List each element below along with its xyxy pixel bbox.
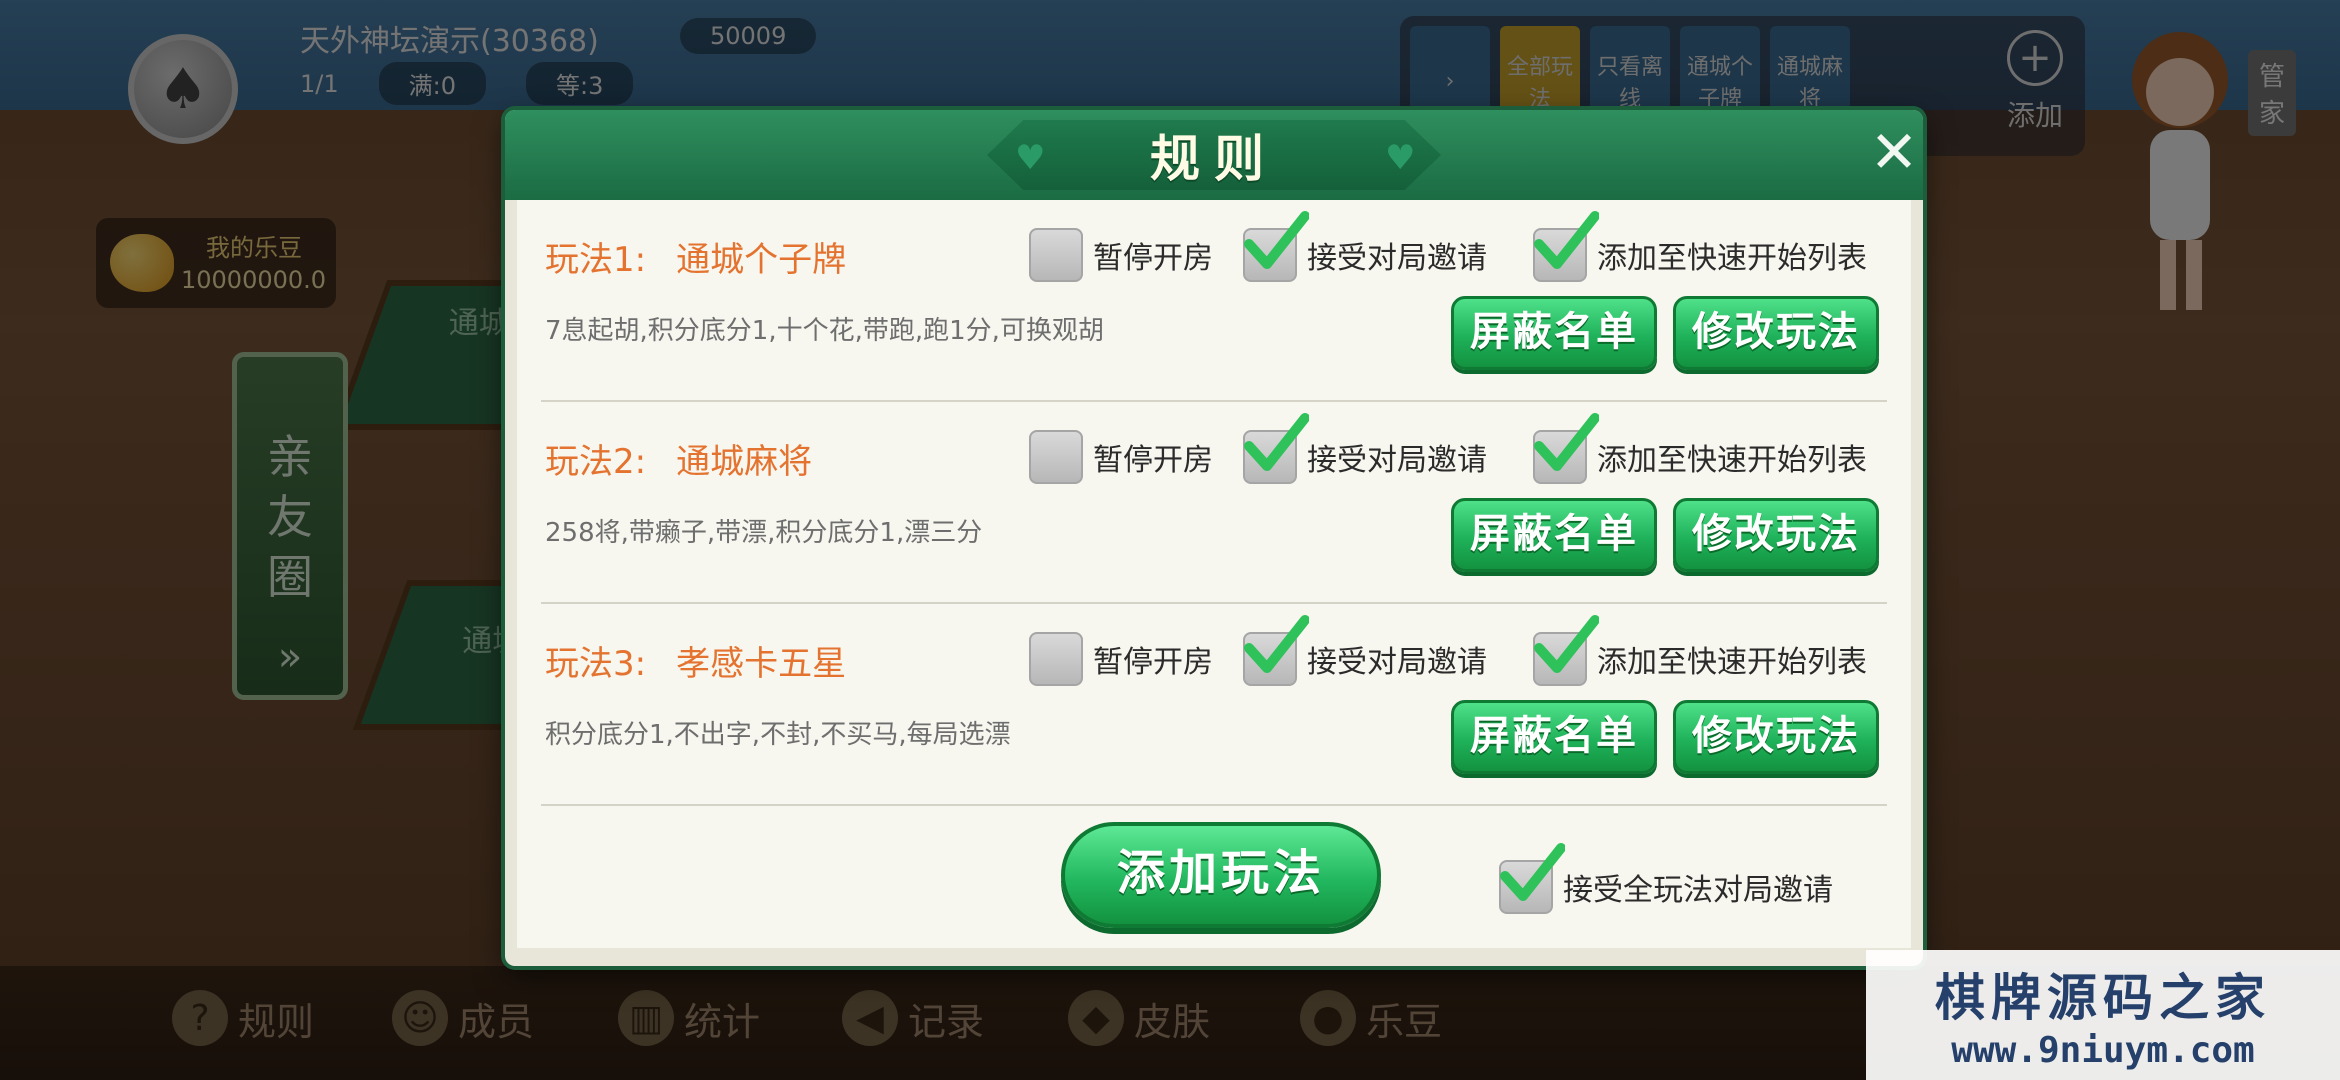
checkbox-box[interactable] bbox=[1243, 615, 1309, 686]
checkbox-box[interactable] bbox=[1029, 632, 1083, 686]
close-button[interactable]: ✕ bbox=[1861, 122, 1927, 188]
rule-index-label: 玩法3: bbox=[545, 644, 647, 684]
watermark-title: 棋牌源码之家 bbox=[1935, 969, 2271, 1027]
rule-title: 玩法1: 通城个子牌 bbox=[545, 232, 846, 281]
rule-description: 7息起胡,积分底分1,十个花,带跑,跑1分,可换观胡 bbox=[545, 316, 1104, 346]
checkbox-label: 暂停开房 bbox=[1093, 241, 1213, 276]
checkmark-icon bbox=[1244, 413, 1309, 471]
accept-invite-checkbox[interactable]: 接受对局邀请 bbox=[1243, 413, 1487, 484]
checkbox-label: 添加至快速开始列表 bbox=[1597, 241, 1867, 276]
rule-row: 玩法1: 通城个子牌 7息起胡,积分底分1,十个花,带跑,跑1分,可换观胡 暂停开房 接… bbox=[517, 200, 1911, 402]
checkbox-box[interactable] bbox=[1533, 615, 1599, 686]
checkbox-label: 暂停开房 bbox=[1093, 443, 1213, 478]
rule-row: 玩法3: 孝感卡五星积分底分1,不出字,不封,不买马,每局选漂 暂停开房 接受对局邀请… bbox=[517, 604, 1911, 806]
checkbox-label: 添加至快速开始列表 bbox=[1597, 645, 1867, 680]
title-banner: 规则 bbox=[987, 120, 1441, 190]
heart-icon: ♥ bbox=[1015, 138, 1046, 178]
checkmark-icon bbox=[1534, 211, 1599, 269]
checkbox-label: 暂停开房 bbox=[1093, 645, 1213, 680]
add-rule-button[interactable]: 添加玩法 bbox=[1061, 822, 1381, 928]
checkmark-icon bbox=[1534, 615, 1599, 673]
rule-description: 积分底分1,不出字,不封,不买马,每局选漂 bbox=[545, 720, 1011, 750]
checkbox-label: 接受对局邀请 bbox=[1307, 443, 1487, 478]
quick-start-checkbox[interactable]: 添加至快速开始列表 bbox=[1533, 413, 1867, 484]
watermark-url: www.9niuym.com bbox=[1951, 1030, 2255, 1071]
block-list-button[interactable]: 屏蔽名单 bbox=[1451, 700, 1657, 774]
checkbox-box[interactable] bbox=[1243, 413, 1309, 484]
checkbox-label: 接受对局邀请 bbox=[1307, 241, 1487, 276]
rule-title: 玩法2: 通城麻将 bbox=[545, 434, 812, 483]
rule-name: 通城个子牌 bbox=[676, 240, 847, 280]
quick-start-checkbox[interactable]: 添加至快速开始列表 bbox=[1533, 211, 1867, 282]
checkbox-box[interactable] bbox=[1533, 211, 1599, 282]
rule-index-label: 玩法2: bbox=[545, 442, 647, 482]
checkmark-icon bbox=[1244, 615, 1309, 673]
checkbox-box[interactable] bbox=[1029, 228, 1083, 282]
checkbox-box[interactable] bbox=[1533, 413, 1599, 484]
rule-index-label: 玩法1: bbox=[545, 240, 647, 280]
checkbox-box[interactable] bbox=[1029, 430, 1083, 484]
dialog-title: 规则 bbox=[1150, 130, 1278, 188]
accept-all-checkbox[interactable]: 接受全玩法对局邀请 bbox=[1499, 843, 1833, 914]
rule-row: 玩法2: 通城麻将 258将,带癞子,带漂,积分底分1,漂三分 暂停开房 接受对局邀请 添… bbox=[517, 402, 1911, 604]
checkbox-box[interactable] bbox=[1499, 843, 1565, 914]
accept-all-label: 接受全玩法对局邀请 bbox=[1563, 873, 1833, 908]
quick-start-checkbox[interactable]: 添加至快速开始列表 bbox=[1533, 615, 1867, 686]
rule-description: 258将,带癞子,带漂,积分底分1,漂三分 bbox=[545, 518, 983, 548]
watermark: 棋牌源码之家 www.9niuym.com bbox=[1866, 950, 2340, 1080]
rule-title: 玩法3: 孝感卡五星 bbox=[545, 636, 846, 685]
checkmark-icon bbox=[1534, 413, 1599, 471]
checkmark-icon bbox=[1244, 211, 1309, 269]
checkbox-box[interactable] bbox=[1243, 211, 1309, 282]
pause-room-checkbox[interactable]: 暂停开房 bbox=[1029, 228, 1213, 282]
edit-rule-button[interactable]: 修改玩法 bbox=[1673, 296, 1879, 370]
edit-rule-button[interactable]: 修改玩法 bbox=[1673, 700, 1879, 774]
accept-invite-checkbox[interactable]: 接受对局邀请 bbox=[1243, 615, 1487, 686]
dialog-header: 规则 ♥ ♥ ✕ bbox=[505, 110, 1923, 200]
rules-dialog: 规则 ♥ ♥ ✕ 玩法1: 通城个子牌 7息起胡,积分底分1,十个花,带跑,跑1分,… bbox=[505, 110, 1923, 966]
block-list-button[interactable]: 屏蔽名单 bbox=[1451, 498, 1657, 572]
rule-name: 孝感卡五星 bbox=[676, 644, 847, 684]
pause-room-checkbox[interactable]: 暂停开房 bbox=[1029, 632, 1213, 686]
edit-rule-button[interactable]: 修改玩法 bbox=[1673, 498, 1879, 572]
heart-icon: ♥ bbox=[1385, 138, 1416, 178]
dialog-body: 玩法1: 通城个子牌 7息起胡,积分底分1,十个花,带跑,跑1分,可换观胡 暂停开房接… bbox=[517, 200, 1911, 948]
checkbox-label: 添加至快速开始列表 bbox=[1597, 443, 1867, 478]
checkmark-icon bbox=[1500, 843, 1565, 901]
pause-room-checkbox[interactable]: 暂停开房 bbox=[1029, 430, 1213, 484]
block-list-button[interactable]: 屏蔽名单 bbox=[1451, 296, 1657, 370]
rule-name: 通城麻将 bbox=[676, 442, 813, 482]
checkbox-label: 接受对局邀请 bbox=[1307, 645, 1487, 680]
accept-invite-checkbox[interactable]: 接受对局邀请 bbox=[1243, 211, 1487, 282]
